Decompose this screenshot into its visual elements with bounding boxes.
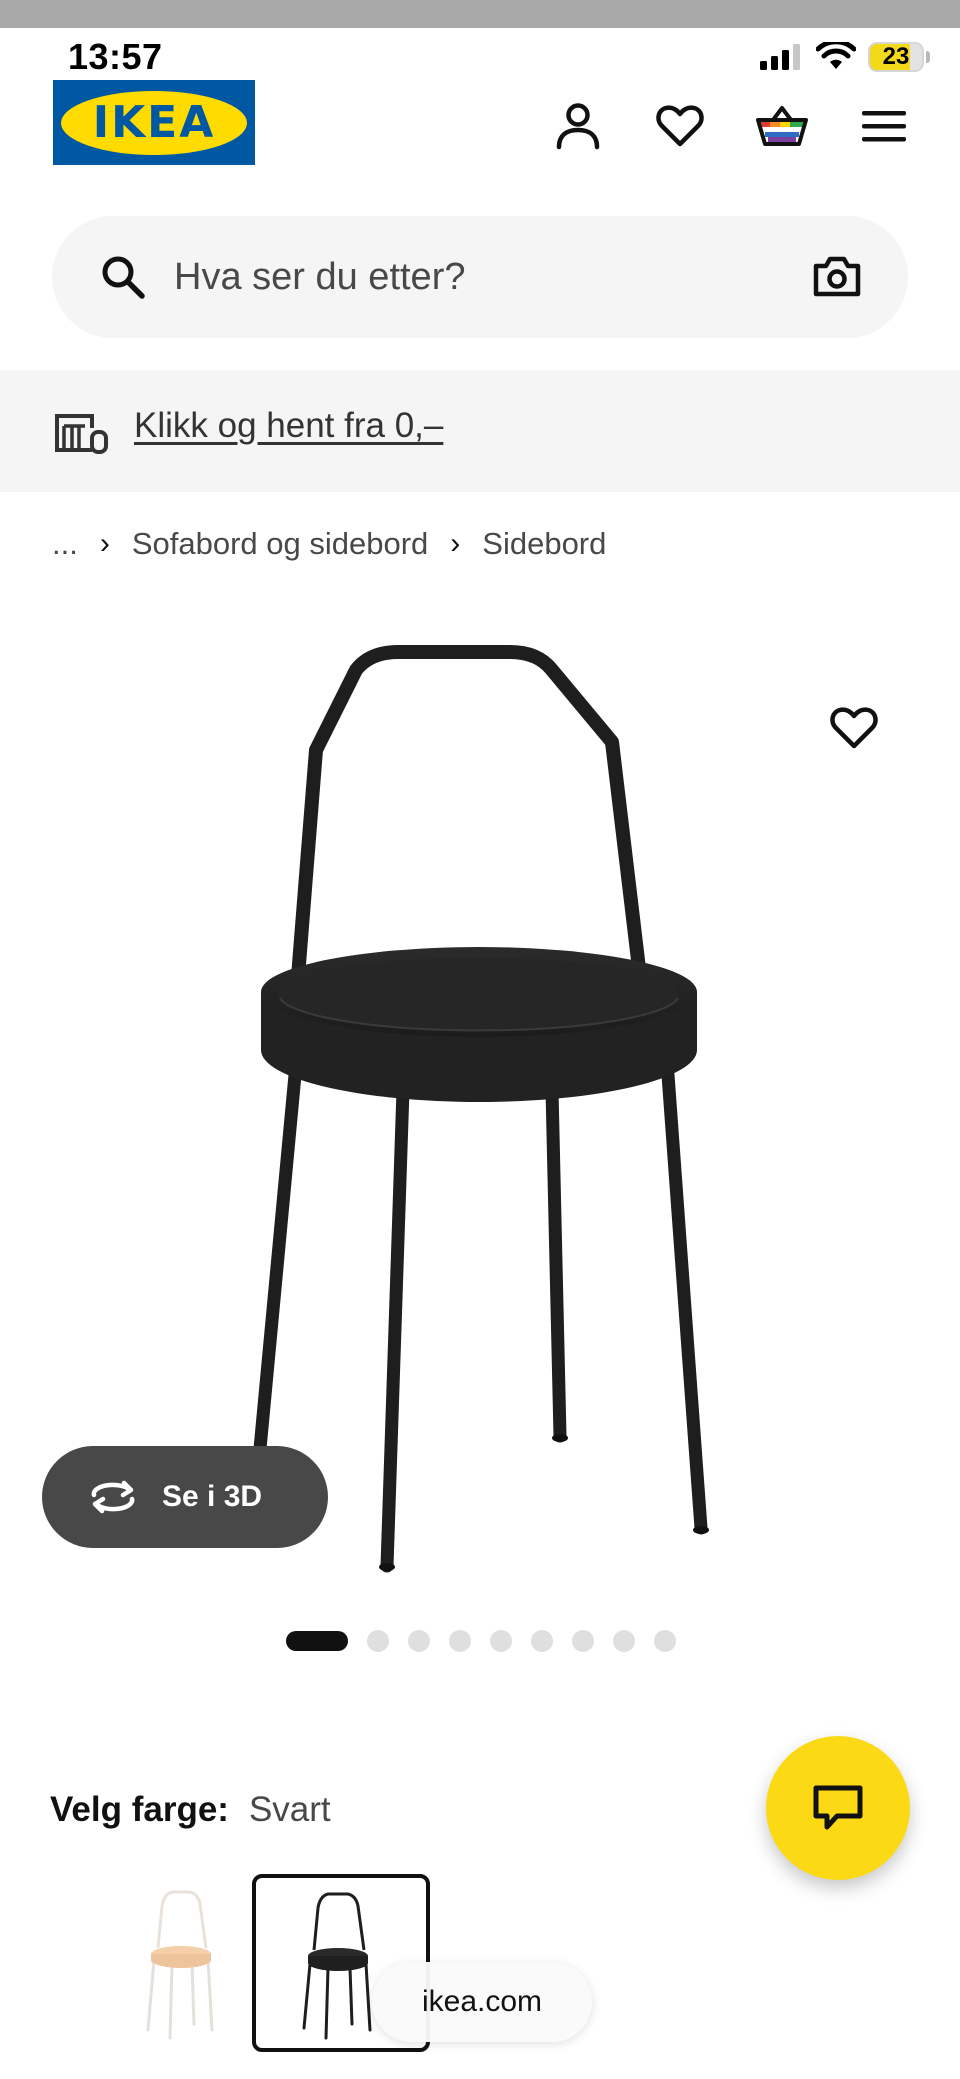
click-collect-banner[interactable]: Klikk og hent fra 0,– — [0, 370, 960, 492]
breadcrumb-ellipsis[interactable]: ... — [52, 526, 78, 562]
side-table-thumbnail-beige — [146, 1890, 214, 2040]
menu-button[interactable] — [856, 98, 912, 154]
click-collect-link[interactable]: Klikk og hent fra 0,– — [134, 406, 443, 446]
carousel-dot[interactable] — [449, 1630, 471, 1652]
side-table-image — [250, 645, 709, 1573]
carousel-dot[interactable] — [613, 1630, 635, 1652]
status-bar: 13:57 23 — [0, 28, 960, 80]
view-in-3d-label: Se i 3D — [162, 1480, 263, 1513]
battery-indicator: 23 — [868, 42, 930, 72]
carousel-dot[interactable] — [572, 1630, 594, 1652]
breadcrumb-item-sofabord[interactable]: Sofabord og sidebord — [132, 526, 428, 562]
color-value: Svart — [248, 1790, 331, 1829]
carousel-dot[interactable] — [490, 1630, 512, 1652]
browser-url: ikea.com — [421, 1985, 543, 2018]
view-in-3d-button[interactable]: Se i 3D — [42, 1446, 328, 1548]
color-label: Velg farge: — [50, 1790, 229, 1829]
wishlist-button[interactable] — [652, 98, 708, 154]
browser-url-bar[interactable]: ikea.com — [372, 1962, 592, 2042]
color-swatch-beige[interactable] — [50, 1874, 228, 2052]
menu-icon — [862, 111, 906, 142]
rotate-3d-icon — [91, 1480, 135, 1514]
carousel-dot[interactable] — [367, 1630, 389, 1652]
breadcrumb-item-sidebord[interactable]: Sidebord — [482, 526, 606, 562]
site-header: IKEA — [0, 80, 960, 170]
account-button[interactable] — [550, 98, 606, 154]
logo-text: IKEA — [92, 97, 216, 148]
wifi-icon — [816, 42, 856, 69]
carousel-dot[interactable] — [531, 1630, 553, 1652]
chevron-right-icon: › — [450, 527, 461, 560]
heart-icon — [656, 105, 704, 147]
carousel-dot[interactable] — [408, 1630, 430, 1652]
header-actions — [550, 98, 912, 154]
camera-icon[interactable] — [812, 254, 862, 298]
status-icons: 23 — [760, 42, 930, 72]
carousel-dot-active[interactable] — [286, 1631, 348, 1651]
search-bar[interactable] — [52, 216, 908, 338]
basket-icon — [756, 106, 808, 146]
chat-button[interactable] — [766, 1736, 910, 1880]
store-icon — [55, 414, 108, 454]
account-icon — [556, 103, 600, 150]
chat-icon — [813, 1785, 863, 1830]
search-icon — [102, 256, 145, 299]
product-image[interactable] — [0, 600, 960, 1580]
color-selector: Velg farge: Svart — [50, 1790, 331, 1830]
chevron-right-icon: › — [99, 527, 110, 560]
battery-level: 23 — [882, 43, 910, 70]
status-time: 13:57 — [68, 36, 163, 77]
basket-button[interactable] — [754, 98, 810, 154]
signal-icon — [760, 44, 800, 70]
breadcrumb: ... › Sofabord og sidebord › Sidebord — [52, 526, 606, 562]
ikea-logo[interactable]: IKEA — [53, 80, 255, 165]
browser-top-strip — [0, 0, 960, 28]
favorite-heart-icon[interactable] — [830, 706, 878, 750]
carousel-dots — [286, 1630, 676, 1652]
carousel-dot[interactable] — [654, 1630, 676, 1652]
search-input[interactable] — [174, 246, 734, 308]
